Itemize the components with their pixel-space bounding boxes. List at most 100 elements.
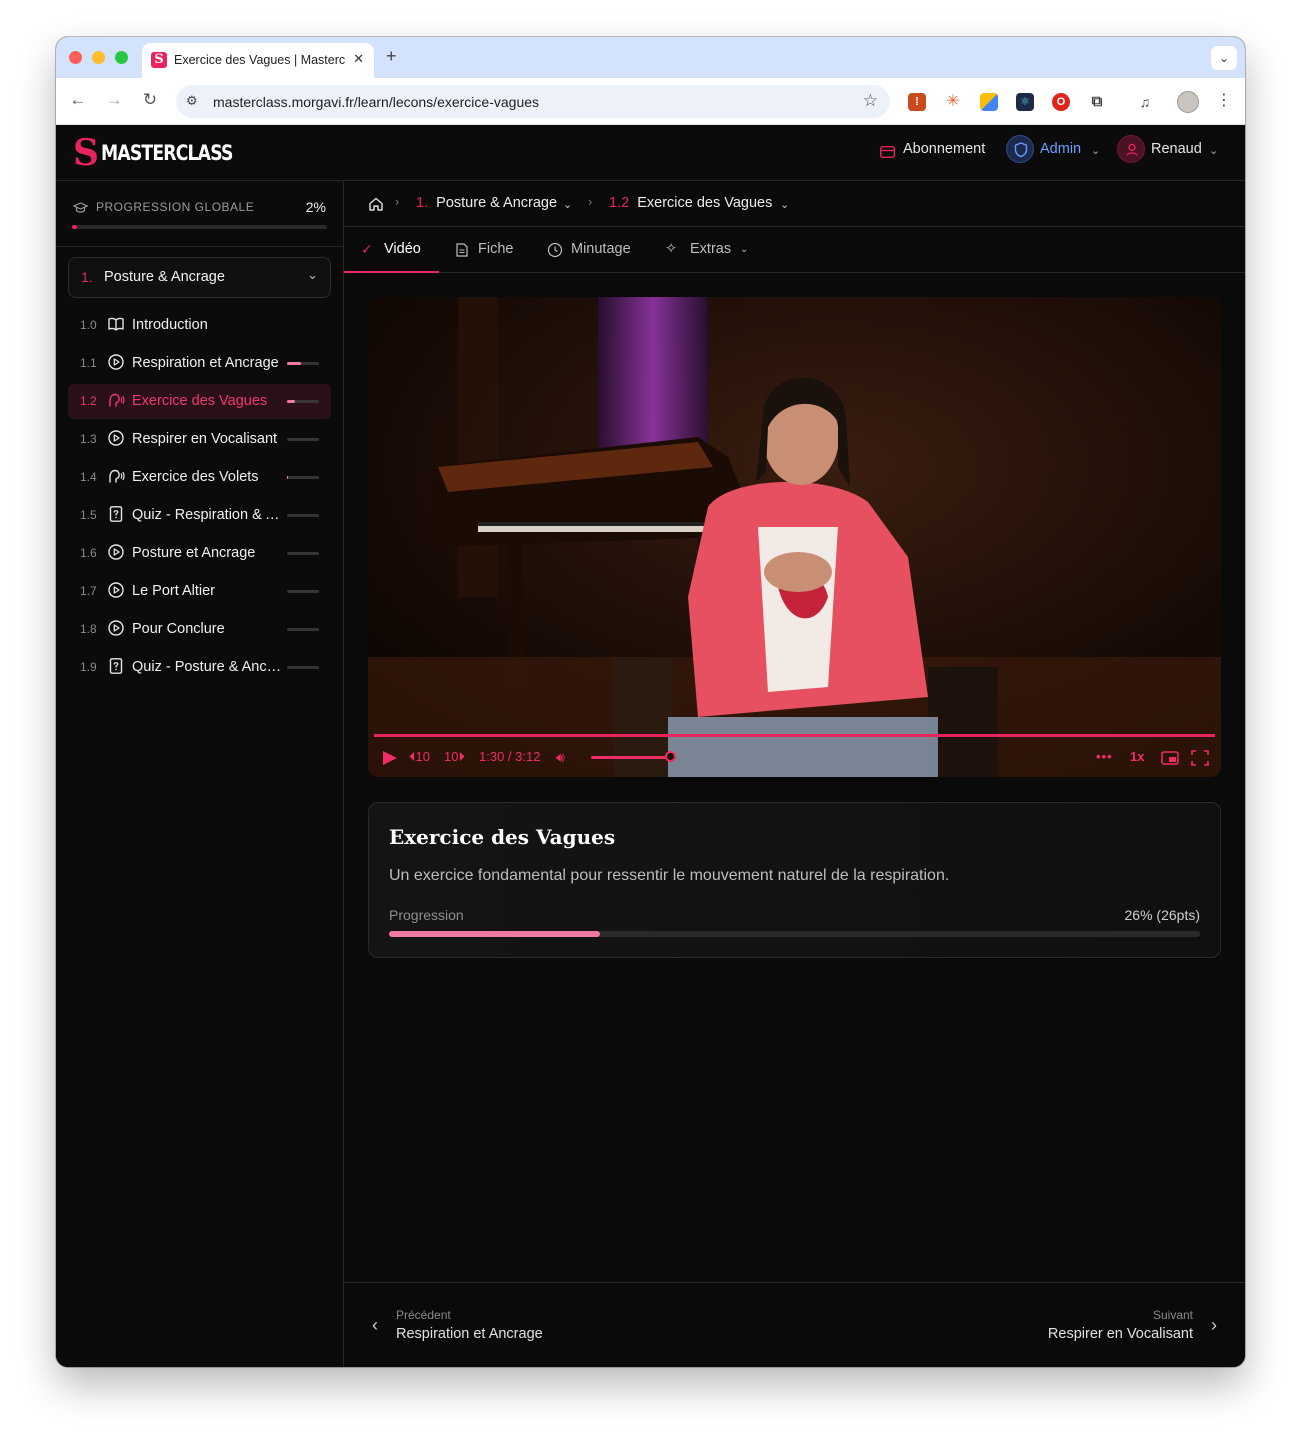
lesson-progress-bar — [389, 931, 1200, 937]
lesson-number: 1.9 — [80, 660, 97, 674]
masterclass-favicon-icon: S — [151, 52, 167, 68]
tab-video[interactable]: ✓ Vidéo — [344, 227, 439, 273]
sidebar-lesson-item[interactable]: 1.1 Respiration et Ancrage — [68, 346, 331, 381]
breadcrumb: › 1. Posture & Ancrage ⌄ › 1.2 Exercice … — [344, 181, 1245, 227]
new-tab-icon[interactable]: + — [386, 46, 397, 67]
quiz-icon — [107, 657, 125, 675]
sidebar-lesson-item[interactable]: 1.6 Posture et Ancrage — [68, 536, 331, 571]
user-avatar-icon — [1117, 135, 1145, 163]
breadcrumb-chapter[interactable]: 1. Posture & Ancrage — [416, 195, 557, 211]
fullscreen-icon[interactable] — [1191, 750, 1209, 766]
lesson-title: Le Port Altier — [132, 583, 216, 599]
tab-minutage[interactable]: Minutage — [534, 227, 644, 273]
previous-chevron-icon[interactable]: ‹ — [372, 1315, 378, 1336]
sidebar-lesson-item[interactable]: 1.3 Respirer en Vocalisant — [68, 422, 331, 457]
tab-minutage-label: Minutage — [571, 241, 631, 257]
lesson-progress-bar — [287, 590, 319, 593]
playback-speed-button[interactable]: 1x — [1130, 749, 1144, 764]
back-icon[interactable]: ← — [67, 90, 89, 110]
minimize-window-button[interactable] — [92, 51, 105, 64]
sidebar-lesson-item[interactable]: 1.7 Le Port Altier — [68, 574, 331, 609]
picture-in-picture-icon[interactable] — [1161, 751, 1179, 765]
user-chevron-down-icon[interactable]: ⌄ — [1209, 144, 1218, 157]
lesson-progress-fill — [389, 931, 600, 937]
opera-extension-icon[interactable]: O — [1052, 93, 1070, 111]
volume-slider-handle[interactable] — [665, 751, 676, 762]
site-settings-icon[interactable]: ⚙ — [186, 93, 198, 109]
profile-avatar[interactable] — [1177, 91, 1199, 113]
media-controls-icon[interactable]: ♫ — [1136, 93, 1154, 111]
maximize-window-button[interactable] — [115, 51, 128, 64]
lesson-number: 1.5 — [80, 508, 97, 522]
breadcrumb-chapter-title: Posture & Ancrage — [436, 195, 558, 211]
tab-search-chevron-icon[interactable]: ⌄ — [1211, 46, 1237, 70]
breadcrumb-lesson-chevron-icon[interactable]: ⌄ — [780, 198, 789, 211]
close-tab-icon[interactable]: ✕ — [353, 51, 364, 67]
card-icon — [880, 146, 895, 158]
rewind-10-button[interactable]: ⏴10 — [409, 749, 430, 765]
breadcrumb-lesson-number: 1.2 — [609, 195, 630, 211]
lesson-number: 1.4 — [80, 470, 97, 484]
video-player[interactable]: ⏴10 10⏵ 1:30 / 3:12 🔊︎ ••• 1x — [368, 297, 1221, 777]
browser-menu-icon[interactable]: ⋮ — [1216, 90, 1232, 110]
volume-icon[interactable]: 🔊︎ — [556, 749, 565, 766]
lesson-title: Posture et Ancrage — [132, 545, 256, 561]
react-devtools-icon[interactable]: ⚛ — [1016, 93, 1034, 111]
next-chevron-icon[interactable]: › — [1211, 1315, 1217, 1336]
lesson-progress-fill — [287, 400, 296, 403]
home-icon[interactable] — [368, 196, 384, 212]
check-icon: ✓ — [361, 241, 373, 257]
forward-10-button[interactable]: 10⏵ — [444, 749, 465, 765]
play-icon[interactable] — [382, 750, 398, 766]
video-progress-bar[interactable] — [374, 734, 1215, 737]
extensions-puzzle-icon[interactable]: ⧉ — [1088, 93, 1106, 111]
logo-text[interactable]: MASTERCLASS — [101, 141, 233, 165]
user-menu[interactable]: Renaud — [1151, 141, 1202, 157]
subscription-link[interactable]: Abonnement — [903, 141, 985, 157]
more-options-icon[interactable]: ••• — [1096, 749, 1113, 764]
graduation-cap-icon — [73, 202, 88, 213]
chapter-dropdown[interactable]: 1. Posture & Ancrage ⌄ — [68, 257, 331, 298]
main-content: › 1. Posture & Ancrage ⌄ › 1.2 Exercice … — [344, 181, 1245, 1367]
sidebar-lesson-item[interactable]: 1.4 Exercice des Volets — [68, 460, 331, 495]
extension-claude-icon[interactable]: ✳ — [944, 93, 962, 111]
breadcrumb-lesson-title: Exercice des Vagues — [637, 195, 773, 211]
breadcrumb-chapter-chevron-icon[interactable]: ⌄ — [563, 198, 572, 211]
lesson-number: 1.7 — [80, 584, 97, 598]
lesson-title: Quiz - Respiration & Ancrage — [132, 507, 282, 523]
play-circle-icon — [107, 619, 125, 637]
sidebar-lesson-item[interactable]: 1.8 Pour Conclure — [68, 612, 331, 647]
tab-extras[interactable]: ✧ Extras ⌄ — [650, 227, 760, 273]
extension-1-icon[interactable]: ⁞ — [908, 93, 926, 111]
reload-icon[interactable]: ↻ — [139, 90, 161, 110]
previous-lesson-link[interactable]: Respiration et Ancrage — [396, 1326, 543, 1342]
lesson-number: 1.8 — [80, 622, 97, 636]
url-text: masterclass.morgavi.fr/learn/lecons/exer… — [213, 94, 540, 110]
chapter-title: Posture & Ancrage — [104, 269, 225, 285]
breadcrumb-lesson[interactable]: 1.2 Exercice des Vagues — [609, 195, 772, 211]
rewind-label: 10 — [415, 749, 430, 764]
admin-menu[interactable]: Admin — [1040, 141, 1081, 157]
browser-window: S Exercice des Vagues | Masterclass ✕ + … — [56, 37, 1245, 1367]
browser-tab[interactable]: S Exercice des Vagues | Masterclass ✕ — [142, 43, 374, 78]
sidebar-lesson-item[interactable]: 1.2 Exercice des Vagues — [68, 384, 331, 419]
tab-fiche[interactable]: Fiche — [440, 227, 530, 273]
bookmark-star-icon[interactable]: ☆ — [863, 91, 878, 111]
close-window-button[interactable] — [69, 51, 82, 64]
sidebar-lesson-item[interactable]: 1.0 Introduction — [68, 308, 331, 343]
logo-s-icon[interactable]: S — [73, 135, 99, 171]
extension-3-icon[interactable] — [980, 93, 998, 111]
previous-label: Précédent — [396, 1308, 451, 1322]
volume-slider[interactable] — [591, 756, 671, 759]
quiz-icon — [107, 505, 125, 523]
lesson-title: Introduction — [132, 317, 208, 333]
chapter-number: 1. — [81, 269, 93, 285]
next-lesson-link[interactable]: Respirer en Vocalisant — [1048, 1326, 1193, 1342]
lesson-progress-fill — [287, 476, 288, 479]
chevron-down-icon: ⌄ — [307, 267, 318, 282]
forward-icon[interactable]: → — [103, 90, 125, 110]
address-bar[interactable]: ⚙ masterclass.morgavi.fr/learn/lecons/ex… — [176, 85, 890, 118]
admin-chevron-down-icon[interactable]: ⌄ — [1091, 144, 1100, 157]
sidebar-lesson-item[interactable]: 1.5 Quiz - Respiration & Ancrage — [68, 498, 331, 533]
sidebar-lesson-item[interactable]: 1.9 Quiz - Posture & Ancrage — [68, 650, 331, 685]
